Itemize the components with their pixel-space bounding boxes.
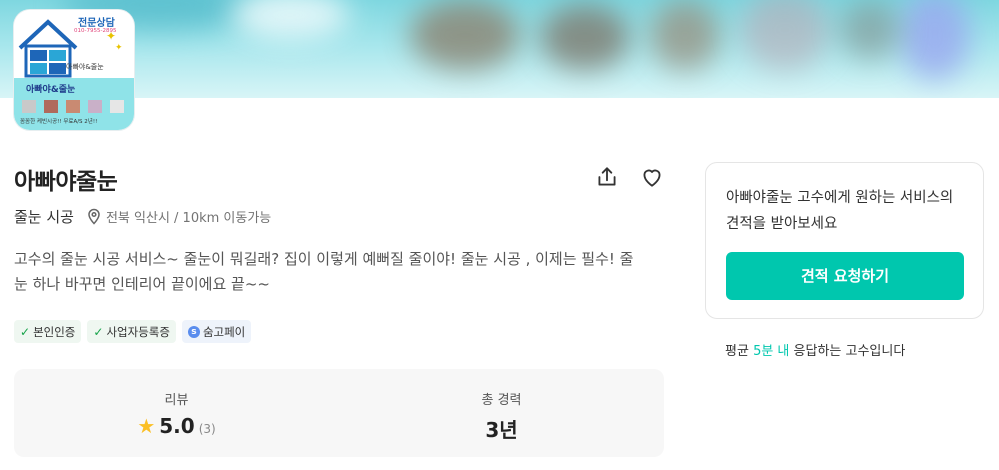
profile-logo: ✦ ✦ 전문상담 010-7955-2895 아빠야&줄눈 아빠야&줄눈 꼼꼼한… — [14, 10, 134, 130]
response-prefix: 평균 — [725, 344, 754, 359]
request-quote-button[interactable]: 견적 요청하기 — [726, 252, 964, 300]
logo-tagline: 꼼꼼한 케빈시공!! 무료A/S 2년!! — [20, 119, 98, 125]
review-stat[interactable]: 리뷰 ★ 5.0 (3) — [14, 369, 339, 457]
soomgo-pay-icon: s — [187, 325, 200, 338]
review-label: 리뷰 — [164, 393, 189, 408]
review-count: (3) — [198, 422, 216, 436]
star-icon: ★ — [137, 414, 156, 438]
service-category: 줄눈 시공 — [14, 207, 74, 226]
check-icon: ✓ — [20, 324, 31, 339]
provider-description: 고수의 줄눈 시공 서비스~ 줄눈이 뭐길래? 집이 이렇게 예뻐질 줄이야! … — [14, 250, 634, 293]
career-stat: 총 경력 3년 — [339, 369, 664, 457]
logo-brand: 아빠야&줄눈 — [26, 85, 76, 95]
response-time-note: 평균 5분 내 응답하는 고수입니다 — [725, 340, 905, 359]
location-pin-icon — [88, 208, 100, 225]
svg-text:✦: ✦ — [115, 43, 123, 53]
share-button[interactable] — [594, 164, 620, 190]
rating-value: 5.0 — [159, 414, 195, 438]
response-suffix: 응답하는 고수입니다 — [789, 344, 906, 359]
heart-icon — [643, 169, 661, 187]
stats-panel: 리뷰 ★ 5.0 (3) 총 경력 3년 — [14, 369, 664, 457]
check-icon: ✓ — [93, 324, 104, 339]
provider-meta: 줄눈 시공 전북 익산시 / 10km 이동가능 — [14, 205, 271, 227]
cover-banner — [0, 0, 999, 98]
response-time-highlight: 5분 내 — [753, 344, 790, 359]
badge-business-registration: ✓ 사업자등록증 — [87, 320, 176, 343]
logo-phone: 010-7955-2895 — [74, 28, 117, 34]
career-label: 총 경력 — [481, 393, 522, 408]
badge-label: 사업자등록증 — [106, 324, 170, 339]
career-value: 3년 — [485, 418, 518, 442]
badge-soomgo-pay: s 숨고페이 — [181, 320, 252, 343]
favorite-button[interactable] — [639, 164, 665, 190]
verification-badges: ✓ 본인인증 ✓ 사업자등록증 s 숨고페이 — [14, 320, 252, 343]
quote-request-card: 아빠야줄눈 고수에게 원하는 서비스의 견적을 받아보세요 견적 요청하기 — [705, 162, 984, 319]
badge-label: 본인인증 — [33, 324, 76, 339]
profile-header: 아빠야줄눈 — [14, 160, 665, 195]
logo-top-text: 전문상담 — [78, 18, 115, 29]
logo-brand-small: 아빠야&줄눈 — [66, 63, 104, 71]
quote-prompt: 아빠야줄눈 고수에게 원하는 서비스의 견적을 받아보세요 — [726, 190, 954, 232]
share-icon — [598, 167, 616, 186]
badge-identity-verified: ✓ 본인인증 — [14, 320, 82, 343]
badge-label: 숨고페이 — [202, 324, 246, 339]
service-location: 전북 익산시 / 10km 이동가능 — [105, 210, 272, 226]
provider-name: 아빠야줄눈 — [14, 169, 118, 195]
